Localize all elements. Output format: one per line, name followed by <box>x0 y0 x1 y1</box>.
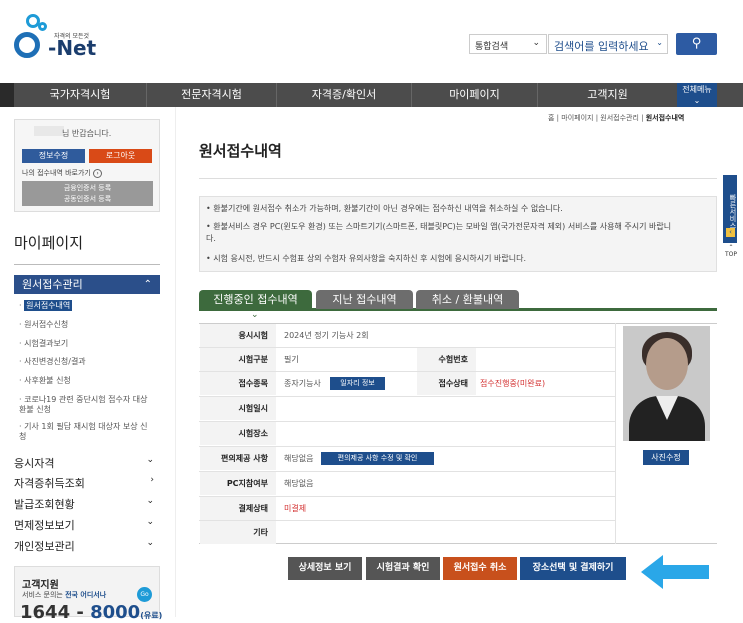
value-exam-type: 필기 <box>284 355 299 364</box>
nav-item-certificate[interactable]: 자격증/확인서 <box>277 83 412 107</box>
chevron-down-icon: ⌄ <box>532 38 540 48</box>
job-info-button[interactable]: 일자리 정보 <box>330 377 385 390</box>
global-nav: 국가자격시험 전문자격시험 자격증/확인서 마이페이지 고객지원 전체메뉴 ⌄ <box>0 83 743 107</box>
sidebar-item-application-list[interactable]: · 원서접수내역 <box>19 300 154 311</box>
sidebar-item-retest[interactable]: · 기사 1회 필답 재시험 대상자 보상 신청 <box>19 422 154 442</box>
sidebar-item-covid-refund[interactable]: · 코로나19 관련 중단시험 접수자 대상 환불 신청 <box>19 395 154 415</box>
divider <box>199 178 717 179</box>
cs-desc: 서비스 문의는 전국 어디서나 <box>22 591 107 599</box>
cs-title: 고객지원 <box>22 580 59 591</box>
edit-info-button[interactable]: 정보수정 <box>22 149 85 163</box>
convenience-edit-button[interactable]: 편의제공 사항 수정 및 확인 <box>321 452 434 465</box>
tab-past[interactable]: 지난 접수내역 <box>316 290 413 309</box>
nav-left-bar <box>0 83 14 107</box>
chevron-up-icon: ⌃ <box>143 279 152 290</box>
sidebar-group-qualification[interactable]: 응시자격 ⌄ <box>14 455 160 471</box>
cs-go-button[interactable]: Go <box>137 587 152 602</box>
value-payment: 미결제 <box>284 504 307 513</box>
label-payment: 결제상태 <box>200 497 276 520</box>
applicant-photo <box>623 326 710 441</box>
cs-phone: 1644 - 8000(유료) <box>20 602 163 623</box>
sidebar-group-issuance[interactable]: 발급조회현황 ⌄ <box>14 496 160 512</box>
top-button[interactable]: ⌃ TOP <box>724 244 738 258</box>
masked-username <box>34 126 64 136</box>
value-convenience: 해당없음 <box>284 454 314 463</box>
sidebar-item-apply[interactable]: · 원서접수신청 <box>19 320 154 330</box>
notice-item: • 환불서비스 경우 PC(윈도우 환경) 또는 스마트기기(스마트폰, 태블릿… <box>206 222 672 243</box>
label-etc: 기타 <box>200 521 276 544</box>
select-place-pay-button[interactable]: 장소선택 및 결제하기 <box>520 557 626 580</box>
search-input[interactable]: 검색어를 입력하세요 ⌄ <box>548 34 668 54</box>
greeting-text: 님 반갑습니다. <box>62 129 112 138</box>
chevron-down-icon: ⌄ <box>146 455 154 465</box>
tab-cancel-refund[interactable]: 취소 / 환불내역 <box>416 290 519 309</box>
chevron-down-icon: ⌄ <box>146 538 154 548</box>
label-exam-place: 시험장소 <box>200 422 276 445</box>
breadcrumb-current: 원서접수내역 <box>645 114 685 122</box>
nav-item-support[interactable]: 고객지원 <box>538 83 677 107</box>
label-exam: 응시시험 <box>200 324 276 347</box>
chevron-right-icon: › <box>93 169 103 178</box>
all-menu-button[interactable]: 전체메뉴 ⌄ <box>677 83 717 107</box>
pointer-arrow-icon <box>641 555 709 589</box>
chevron-down-icon: ⌄ <box>146 496 154 506</box>
logout-button[interactable]: 로그아웃 <box>89 149 152 163</box>
label-subject: 접수종목 <box>200 372 276 395</box>
sidebar-group-exemption[interactable]: 면제정보보기 ⌄ <box>14 517 160 533</box>
cert-register-button[interactable]: 금융인증서 등록 공동인증서 등록 <box>22 181 153 206</box>
search-button[interactable]: ⚲ <box>676 33 717 55</box>
notice-item: • 환불기간에 원서접수 취소가 가능하며, 환불기간이 아닌 경우에는 접수하… <box>206 204 563 213</box>
divider <box>14 264 160 265</box>
nav-item-mypage[interactable]: 마이페이지 <box>412 83 538 107</box>
nav-item-professional[interactable]: 전문자격시험 <box>147 83 277 107</box>
sidebar-group-acquisition[interactable]: 자격증취득조회 › <box>14 475 160 491</box>
logo-ring-small-icon <box>38 22 47 31</box>
recent-link[interactable]: 나의 접수내역 바로가기 › <box>22 168 103 178</box>
value-status: 접수진행중(미완료) <box>480 379 546 388</box>
label-exam-number: 수험번호 <box>417 348 476 371</box>
label-exam-datetime: 시험일시 <box>200 397 276 420</box>
chevron-left-icon[interactable]: ‹ <box>726 228 735 237</box>
logo-q-icon <box>14 32 40 58</box>
search-icon: ⚲ <box>691 36 702 51</box>
sidebar-item-photo[interactable]: · 사진변경신청/결과 <box>19 357 154 367</box>
chevron-down-icon: ⌄ <box>693 96 701 105</box>
label-convenience: 편의제공 사항 <box>200 447 276 470</box>
breadcrumb-home[interactable]: 홈 <box>548 114 554 122</box>
edit-photo-button[interactable]: 사진수정 <box>643 450 689 465</box>
logo-text: -Net <box>48 36 97 60</box>
value-exam: 2024년 정기 기능사 2회 <box>284 331 369 340</box>
cancel-application-button[interactable]: 원서접수 취소 <box>443 557 517 580</box>
chevron-up-icon: ⌃ <box>728 244 734 251</box>
tab-current[interactable]: 진행중인 접수내역 <box>199 290 312 309</box>
search-type-select[interactable]: 통합검색 ⌄ <box>469 34 547 54</box>
label-pc: PC지참여부 <box>200 472 276 495</box>
sidebar-item-refund[interactable]: · 사후환불 신청 <box>19 376 154 386</box>
value-pc: 해당없음 <box>284 479 314 488</box>
breadcrumb-application[interactable]: 원서접수관리 <box>600 114 639 122</box>
chevron-down-icon: ⌄ <box>656 38 663 47</box>
page-title: 원서접수내역 <box>199 142 282 160</box>
result-button[interactable]: 시험결과 확인 <box>366 557 440 580</box>
breadcrumb-mypage[interactable]: 마이페이지 <box>561 114 593 122</box>
breadcrumb: 홈 | 마이페이지 | 원서접수관리 | 원서접수내역 <box>548 114 685 122</box>
detail-button[interactable]: 상세정보 보기 <box>288 557 362 580</box>
label-exam-type: 시험구분 <box>200 348 276 371</box>
label-status: 접수상태 <box>417 372 476 395</box>
sidebar-group-personal[interactable]: 개인정보관리 ⌄ <box>14 538 160 554</box>
notice-item: • 시험 응시전, 반드시 수험표 상의 수험자 유의사항을 숙지하신 후 시험… <box>206 254 527 263</box>
chevron-down-icon: ⌄ <box>146 517 154 527</box>
photo-face <box>646 338 688 390</box>
chevron-down-icon: ⌄ <box>251 310 259 320</box>
menu-head-application[interactable]: 원서접수관리 ⌃ <box>14 275 160 294</box>
sidebar-item-result[interactable]: · 시험결과보기 <box>19 339 154 349</box>
chevron-right-icon: › <box>150 475 154 485</box>
value-subject: 종자기능사 <box>284 379 321 388</box>
qnet-logo[interactable]: 자격의 모든것 -Net <box>14 14 104 66</box>
sidebar-title: 마이페이지 <box>14 234 84 252</box>
nav-item-national[interactable]: 국가자격시험 <box>14 83 147 107</box>
